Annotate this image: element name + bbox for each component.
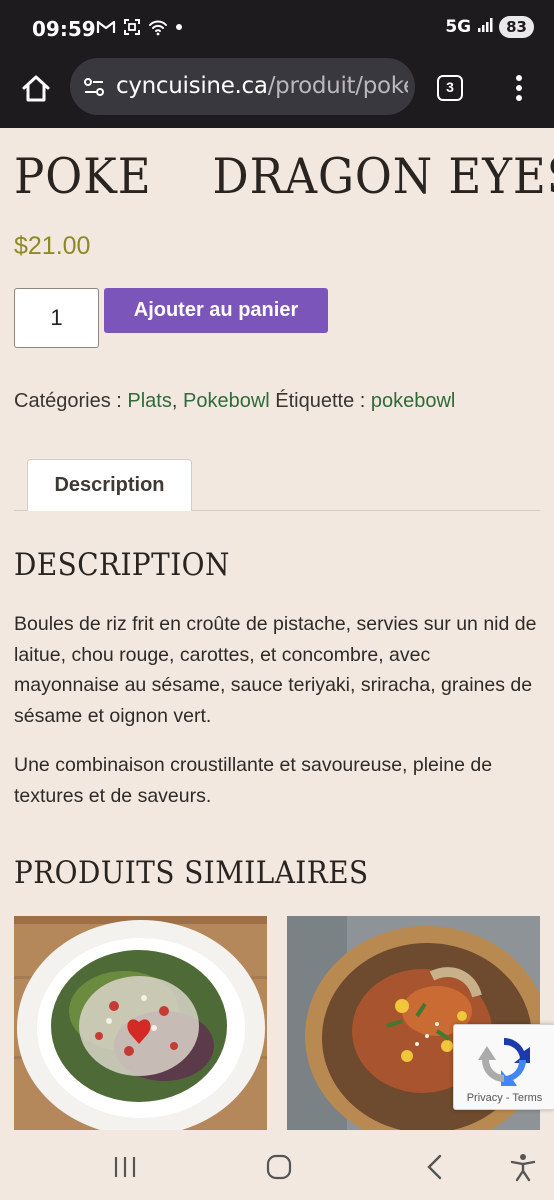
description-heading: DESCRIPTION xyxy=(14,547,230,583)
battery-level: 83 xyxy=(499,16,534,38)
signal-icon xyxy=(477,17,493,38)
home-nav-icon[interactable] xyxy=(264,1152,294,1182)
description-paragraph: Une combinaison croustillante et savoure… xyxy=(14,754,493,807)
categories-label: Catégories : xyxy=(14,390,128,412)
screenshot-icon xyxy=(122,17,142,42)
similar-products-heading: PRODUITS SIMILAIRES xyxy=(14,855,369,891)
gmail-icon xyxy=(96,17,116,42)
network-label: 5G xyxy=(445,17,472,37)
terms-link[interactable]: Terms xyxy=(512,1092,542,1104)
accessibility-icon[interactable] xyxy=(508,1152,538,1182)
page-content: POKE DRAGON EYES $21.00 1 Ajouter au pan… xyxy=(0,128,554,1130)
similar-product-card[interactable] xyxy=(14,916,267,1130)
product-price: $21.00 xyxy=(14,232,91,260)
status-right: 5G 83 xyxy=(445,16,534,38)
tag-link[interactable]: pokebowl xyxy=(371,390,456,412)
browser-toolbar: cyncuisine.ca/produit/poke- 3 xyxy=(0,58,554,128)
status-bar: 09:59 5G 83 xyxy=(0,0,554,58)
salad-bowl-image xyxy=(14,916,267,1130)
recaptcha-links: Privacy - Terms xyxy=(454,1092,554,1104)
home-icon xyxy=(22,75,50,102)
wifi-icon xyxy=(148,17,168,42)
tag-label: Étiquette : xyxy=(269,390,371,412)
add-to-cart-button[interactable]: Ajouter au panier xyxy=(104,288,328,333)
quantity-input[interactable]: 1 xyxy=(14,288,99,348)
product-title: POKE DRAGON EYES xyxy=(14,148,554,205)
status-time: 09:59 xyxy=(32,17,96,41)
tab-description[interactable]: Description xyxy=(27,459,192,511)
overflow-menu-icon[interactable] xyxy=(507,72,531,104)
home-button[interactable] xyxy=(18,71,54,107)
product-meta: Catégories : Plats, Pokebowl Étiquette :… xyxy=(14,390,455,413)
recent-apps-icon[interactable] xyxy=(110,1152,140,1182)
category-separator: , xyxy=(171,390,183,412)
url-path: /produit/poke- xyxy=(267,73,408,99)
tab-switcher-button[interactable]: 3 xyxy=(437,75,463,101)
links-separator: - xyxy=(502,1092,513,1104)
description-paragraph: Boules de riz frit en croûte de pistache… xyxy=(14,613,537,727)
url-domain: cyncuisine.ca xyxy=(116,73,268,99)
url-text: cyncuisine.ca/produit/poke- xyxy=(116,73,408,99)
system-nav-bar xyxy=(0,1130,554,1200)
site-settings-icon[interactable] xyxy=(82,75,106,99)
recaptcha-badge[interactable]: Privacy - Terms xyxy=(453,1024,554,1110)
category-link-pokebowl[interactable]: Pokebowl xyxy=(183,390,270,412)
recaptcha-icon xyxy=(478,1038,530,1086)
back-icon[interactable] xyxy=(420,1152,450,1182)
address-bar[interactable]: cyncuisine.ca/produit/poke- xyxy=(70,58,415,115)
dot-icon xyxy=(174,17,184,42)
category-link-plats[interactable]: Plats xyxy=(127,390,171,412)
privacy-link[interactable]: Privacy xyxy=(467,1092,503,1104)
notification-icons xyxy=(96,17,184,42)
